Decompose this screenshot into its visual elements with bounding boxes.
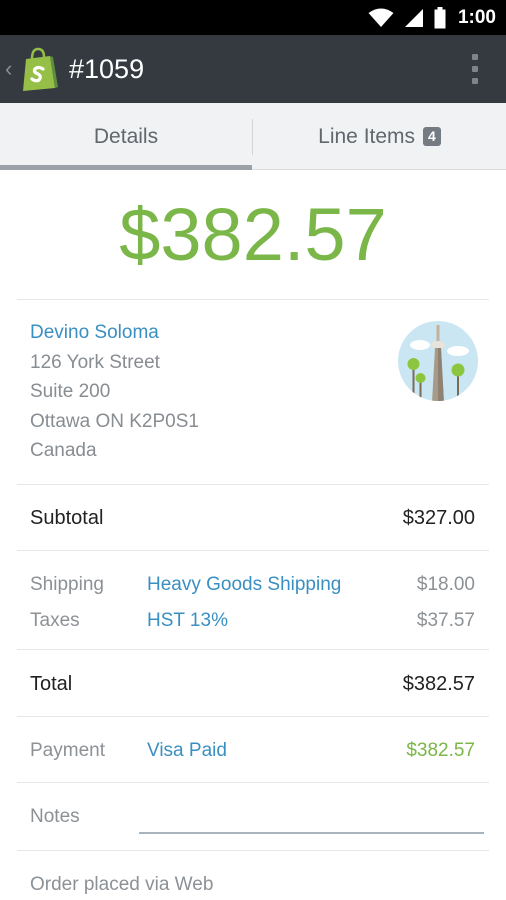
- tab-line-items[interactable]: Line Items 4: [253, 103, 506, 170]
- shipping-label: Shipping: [30, 574, 104, 595]
- address-line: Suite 200: [30, 381, 111, 402]
- payment-method-link[interactable]: Visa Paid: [147, 739, 227, 763]
- payment-label: Payment: [30, 740, 105, 761]
- active-tab-indicator: [0, 165, 252, 170]
- taxes-value: $37.57: [416, 610, 475, 631]
- shopify-bag-icon[interactable]: [20, 47, 60, 91]
- back-chevron-icon[interactable]: ‹: [5, 55, 12, 83]
- taxes-method-link[interactable]: HST 13%: [147, 609, 228, 633]
- address-line: Ottawa ON K2P0S1: [30, 411, 199, 432]
- order-number-title: #1059: [69, 54, 145, 84]
- city-tower-illustration-icon: [398, 321, 478, 401]
- address-line: 126 York Street: [30, 352, 160, 373]
- line-items-count-badge: 4: [423, 127, 441, 146]
- notes-label: Notes: [30, 806, 80, 827]
- order-source-text: Order placed via Web: [30, 874, 214, 895]
- divider: [17, 299, 489, 300]
- customer-name-link[interactable]: Devino Soloma: [30, 321, 159, 345]
- tab-details-label: Details: [93, 124, 159, 148]
- total-label: Total: [30, 673, 73, 695]
- divider: [17, 649, 489, 650]
- order-total-amount: $382.57: [119, 193, 387, 276]
- battery-icon: [434, 6, 446, 28]
- shipping-method-link[interactable]: Heavy Goods Shipping: [147, 573, 341, 597]
- divider: [17, 484, 489, 485]
- wifi-icon: [368, 8, 394, 27]
- status-time: 1:00: [457, 6, 496, 28]
- taxes-label: Taxes: [30, 610, 80, 631]
- status-icons: 1:00: [368, 0, 496, 35]
- status-bar: 1:00: [0, 0, 506, 35]
- address-line: Canada: [30, 440, 97, 461]
- subtotal-label: Subtotal: [30, 507, 104, 529]
- divider: [17, 550, 489, 551]
- divider: [17, 782, 489, 783]
- payment-value: $382.57: [406, 740, 475, 761]
- divider: [17, 716, 489, 717]
- total-value: $382.57: [402, 673, 475, 695]
- divider: [17, 850, 489, 851]
- cell-signal-icon: [404, 8, 423, 27]
- overflow-menu-icon[interactable]: [471, 54, 479, 84]
- shipping-value: $18.00: [416, 574, 475, 595]
- tab-line-items-label: Line Items: [318, 124, 416, 148]
- tab-bar: Details Line Items 4: [0, 103, 506, 170]
- tab-details[interactable]: Details: [0, 103, 252, 170]
- subtotal-value: $327.00: [402, 507, 475, 529]
- app-bar: ‹ #1059: [0, 35, 506, 103]
- notes-input[interactable]: [139, 812, 484, 834]
